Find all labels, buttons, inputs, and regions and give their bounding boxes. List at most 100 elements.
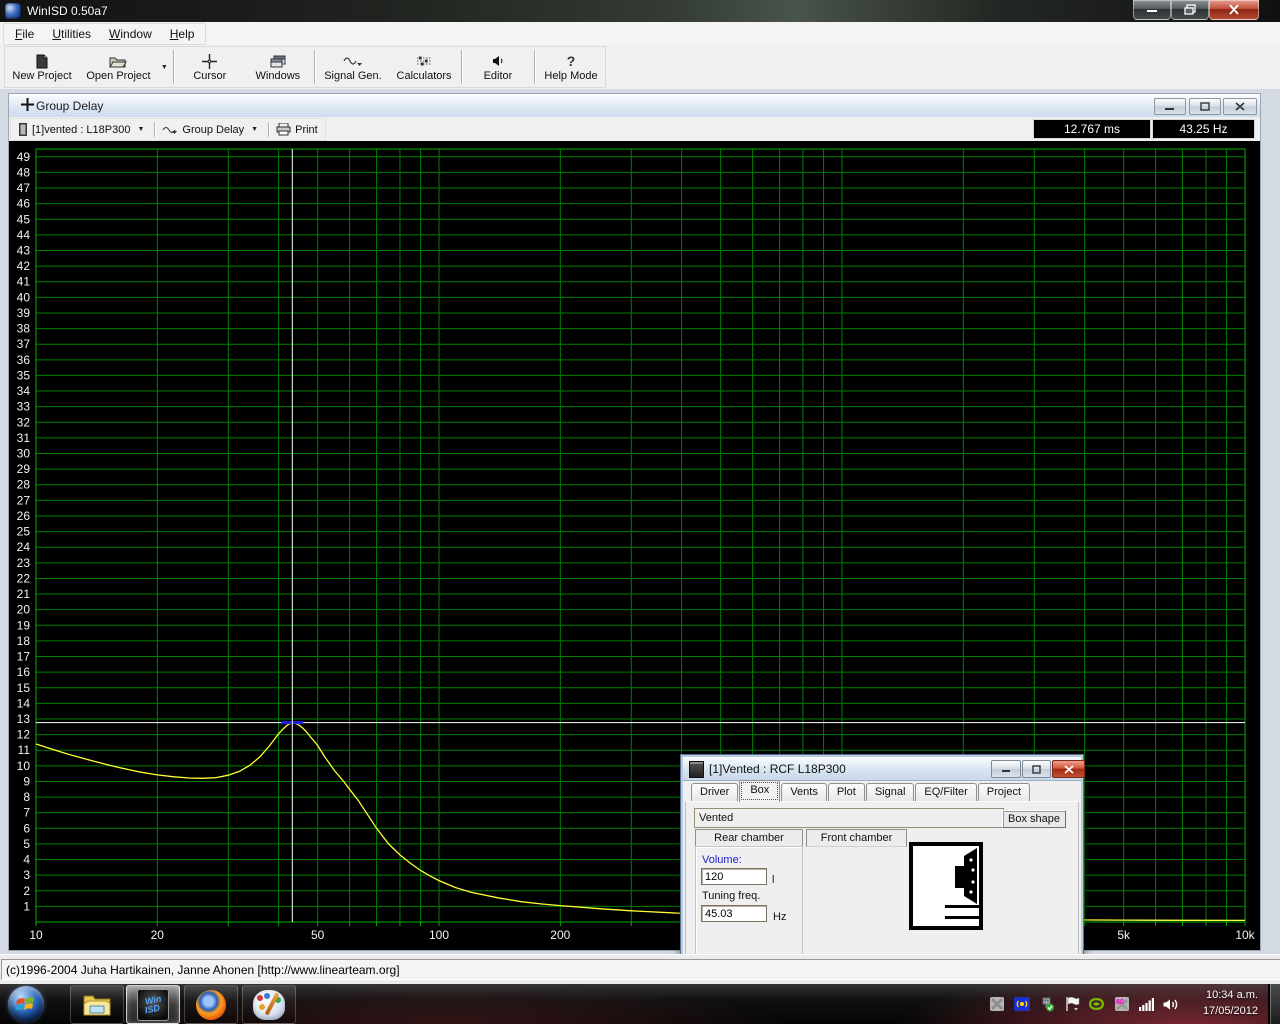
svg-text:8: 8 <box>23 790 30 804</box>
svg-text:9: 9 <box>23 774 30 788</box>
box-shape-button[interactable]: Box shape <box>1002 810 1066 828</box>
menu-window[interactable]: Window <box>100 24 161 44</box>
front-chamber-tab[interactable]: Front chamber <box>806 829 907 847</box>
menu-help[interactable]: Help <box>161 24 204 44</box>
vented-close-button[interactable] <box>1052 760 1085 778</box>
group-delay-titlebar[interactable]: Group Delay <box>9 94 1260 118</box>
svg-text:12: 12 <box>17 728 31 742</box>
tab-signal[interactable]: Signal <box>866 783 915 802</box>
svg-text:42: 42 <box>17 259 31 273</box>
svg-text:1: 1 <box>23 899 30 913</box>
box-type-dropdown[interactable]: Vented <box>694 808 1004 828</box>
toolbar-separator <box>173 50 174 84</box>
cascade-windows-icon <box>270 52 286 70</box>
tab-vents[interactable]: Vents <box>781 783 827 802</box>
svg-text:17: 17 <box>17 650 31 664</box>
svg-text:39: 39 <box>17 306 31 320</box>
taskbar-firefox[interactable] <box>184 985 238 1024</box>
vented-window-titlebar[interactable]: [1]Vented : RCF L18P300 <box>683 757 1081 781</box>
open-project-label: Open Project <box>86 70 150 82</box>
editor-button[interactable]: Editor <box>464 47 532 87</box>
svg-text:41: 41 <box>17 275 31 289</box>
toolbar-separator <box>314 50 315 84</box>
calculators-button[interactable]: Calculators <box>389 47 459 87</box>
graph-selector-dropdown[interactable]: Group Delay ▼ <box>157 119 266 140</box>
volume-unit: l <box>772 874 774 886</box>
restore-button[interactable] <box>1171 0 1209 20</box>
print-button[interactable]: Print <box>271 119 323 140</box>
menu-bar: File Utilities Window Help <box>0 22 1280 46</box>
print-icon <box>276 123 291 136</box>
app-statusbar: (c)1996-2004 Juha Hartikainen, Janne Aho… <box>0 954 1280 985</box>
system-tray: 60 <box>988 984 1180 1024</box>
vented-window-title: [1]Vented : RCF L18P300 <box>709 762 846 776</box>
winisd-app-icon <box>5 3 21 19</box>
svg-text:24: 24 <box>17 540 31 554</box>
gd-toolbar-band: [1]vented : L18P300 ▼ Group Delay ▼ Prin… <box>10 118 326 141</box>
toolbar-separator <box>534 50 535 84</box>
signal-gen-button[interactable]: Signal Gen. <box>317 47 389 87</box>
rear-chamber-tab[interactable]: Rear chamber <box>695 829 803 847</box>
svg-text:60: 60 <box>1116 999 1124 1006</box>
vented-minimize-button[interactable] <box>991 760 1021 778</box>
tab-project[interactable]: Project <box>978 783 1030 802</box>
tab-box[interactable]: Box <box>739 780 780 802</box>
project-selector-dropdown[interactable]: [1]vented : L18P300 ▼ <box>13 119 152 140</box>
taskbar-paint[interactable] <box>242 985 296 1024</box>
editor-speaker-icon <box>491 52 505 70</box>
gd-restore-button[interactable] <box>1189 98 1221 115</box>
gd-close-button[interactable] <box>1223 98 1257 115</box>
usb-safely-remove-tray-icon[interactable] <box>1038 996 1055 1013</box>
taskbar: Win ISD <box>0 984 1280 1024</box>
svg-text:43: 43 <box>17 244 31 258</box>
tab-eq-filter[interactable]: EQ/Filter <box>915 783 976 802</box>
minimize-button[interactable] <box>1133 0 1171 20</box>
inactive-app-tray-icon[interactable] <box>988 996 1005 1013</box>
winisd-taskbar-icon: Win ISD <box>137 989 169 1021</box>
close-button[interactable] <box>1209 0 1259 20</box>
tuning-freq-label: Tuning freq. <box>702 890 760 902</box>
open-project-dropdown-icon[interactable]: ▼ <box>158 64 171 71</box>
start-button[interactable] <box>8 986 44 1022</box>
svg-text:6: 6 <box>23 821 30 835</box>
close-icon <box>1228 4 1240 15</box>
svg-text:45: 45 <box>17 212 31 226</box>
paint-palette-icon <box>253 990 285 1020</box>
svg-text:35: 35 <box>17 368 31 382</box>
tab-driver[interactable]: Driver <box>691 783 738 802</box>
gd-minimize-button[interactable] <box>1154 98 1186 115</box>
svg-text:49: 49 <box>17 150 31 164</box>
cursor-label: Cursor <box>193 70 226 82</box>
svg-text:44: 44 <box>17 228 31 242</box>
clock-time: 10:34 a.m. <box>1178 987 1258 1003</box>
print-label: Print <box>295 124 318 136</box>
show-desktop-button[interactable] <box>1268 984 1280 1024</box>
help-mode-button[interactable]: ? Help Mode <box>537 47 605 87</box>
action-center-flag-tray-icon[interactable] <box>1063 996 1080 1013</box>
new-project-button[interactable]: New Project <box>5 47 79 87</box>
menu-utilities[interactable]: Utilities <box>43 24 100 44</box>
vented-restore-button[interactable] <box>1022 760 1051 778</box>
cursor-crosshair-icon <box>202 52 217 70</box>
windows-button[interactable]: Windows <box>244 47 312 87</box>
tuning-freq-input[interactable] <box>701 905 767 922</box>
project-selector-arrow-icon: ▼ <box>134 126 147 133</box>
nvidia-tray-icon[interactable] <box>1088 996 1105 1013</box>
svg-text:38: 38 <box>17 322 31 336</box>
network-signal-tray-icon[interactable] <box>1138 996 1155 1013</box>
windows-label: Windows <box>256 70 301 82</box>
taskbar-winisd[interactable]: Win ISD <box>126 985 180 1024</box>
app-60-tray-icon[interactable]: 60 <box>1113 996 1130 1013</box>
wireless-broadcast-tray-icon[interactable] <box>1013 996 1030 1013</box>
svg-text:14: 14 <box>17 696 31 710</box>
menu-file[interactable]: File <box>6 24 43 44</box>
svg-text:16: 16 <box>17 665 31 679</box>
open-project-button[interactable]: Open Project <box>79 47 158 87</box>
taskbar-explorer[interactable] <box>70 985 124 1024</box>
taskbar-clock[interactable]: 10:34 a.m. 17/05/2012 <box>1178 987 1258 1019</box>
cursor-button[interactable]: Cursor <box>176 47 244 87</box>
volume-input[interactable] <box>701 868 767 885</box>
svg-text:37: 37 <box>17 337 31 351</box>
tab-plot[interactable]: Plot <box>828 783 865 802</box>
svg-text:10: 10 <box>17 759 31 773</box>
